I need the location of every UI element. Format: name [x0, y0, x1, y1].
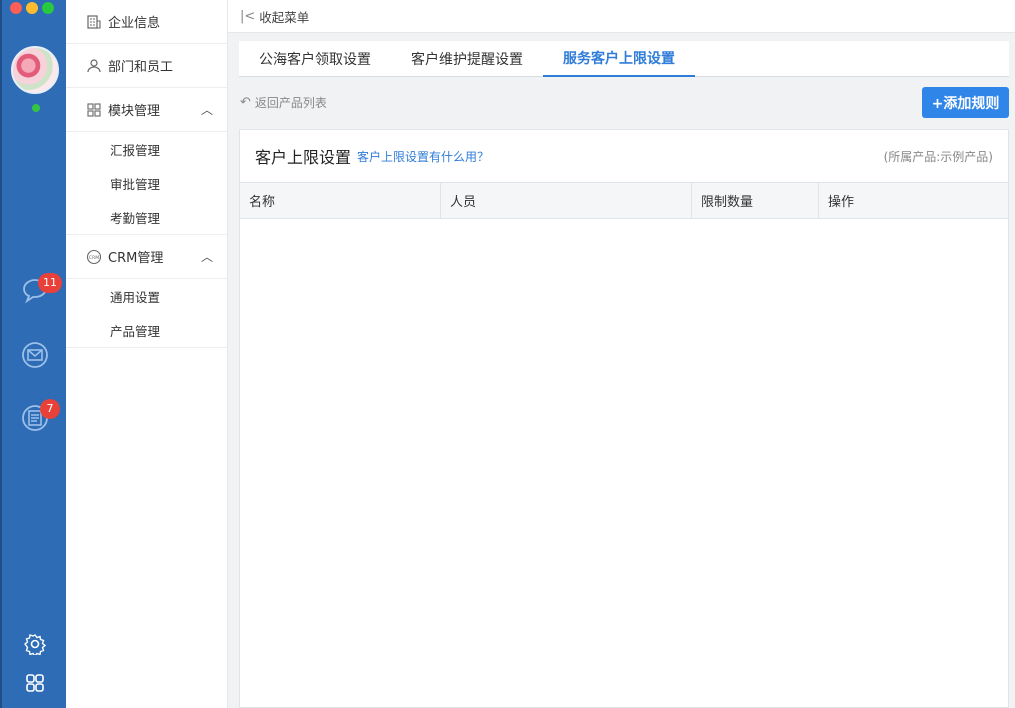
- chat-button[interactable]: 11: [20, 273, 62, 305]
- close-window-button[interactable]: [10, 2, 22, 14]
- undo-arrow-icon: ↶: [240, 95, 251, 110]
- notes-unread-badge: 7: [40, 399, 60, 419]
- menu-item-label: 部门和员工: [108, 60, 174, 75]
- menu-item-company-info[interactable]: 企业信息: [66, 0, 227, 44]
- column-header-limit: 限制数量: [692, 183, 819, 218]
- svg-text:CRM: CRM: [89, 255, 99, 261]
- avatar[interactable]: [11, 46, 59, 94]
- menu-item-crm-mgmt[interactable]: CRM CRM管理 ︿: [66, 235, 227, 279]
- tab-customer-limit[interactable]: 服务客户上限设置: [543, 41, 695, 77]
- chat-unread-badge: 11: [38, 273, 62, 293]
- module-submenu: 汇报管理 审批管理 考勤管理: [66, 132, 227, 235]
- collapse-menu-button[interactable]: |< 收起菜单: [228, 0, 1015, 33]
- column-header-name: 名称: [240, 183, 441, 218]
- settings-menu: 企业信息 部门和员工 模块管理 ︿ 汇报管理 审批管理 考勤管理 CRM CRM…: [66, 0, 228, 708]
- crm-submenu: 通用设置 产品管理: [66, 279, 227, 348]
- submenu-item-attendance[interactable]: 考勤管理: [66, 200, 227, 234]
- submenu-item-general-settings[interactable]: 通用设置: [66, 279, 227, 313]
- chevron-up-icon[interactable]: ︿: [201, 248, 213, 265]
- submenu-item-product-mgmt[interactable]: 产品管理: [66, 313, 227, 347]
- building-icon: [86, 14, 102, 30]
- mail-icon: [20, 342, 50, 374]
- gear-icon: [24, 634, 47, 659]
- main-content: |< 收起菜单 公海客户领取设置 客户维护提醒设置 服务客户上限设置 ↶ 返回产…: [228, 0, 1015, 708]
- minimize-window-button[interactable]: [26, 2, 38, 14]
- apps-button[interactable]: [24, 672, 46, 694]
- chat-bubble-icon: [20, 279, 50, 309]
- maximize-window-button[interactable]: [42, 2, 54, 14]
- table-header: 名称 人员 限制数量 操作: [240, 183, 1008, 219]
- back-to-product-list-link[interactable]: ↶ 返回产品列表: [240, 94, 327, 111]
- menu-item-label: 模块管理: [108, 104, 161, 119]
- app-rail: 11 7: [0, 0, 66, 708]
- grid-icon: [24, 674, 46, 698]
- customer-limit-card: 客户上限设置 客户上限设置有什么用？ (所属产品:示例产品) 名称 人员 限制数…: [239, 129, 1009, 708]
- column-header-staff: 人员: [441, 183, 692, 218]
- menu-item-dept-staff[interactable]: 部门和员工: [66, 44, 227, 88]
- collapse-left-icon: |<: [240, 8, 256, 24]
- add-rule-button[interactable]: +添加规则: [922, 87, 1009, 118]
- mail-button[interactable]: [20, 340, 50, 370]
- back-label: 返回产品列表: [254, 96, 327, 110]
- menu-item-label: CRM管理: [108, 251, 164, 266]
- column-header-actions: 操作: [828, 195, 855, 210]
- submenu-item-approvals[interactable]: 审批管理: [66, 166, 227, 200]
- card-title: 客户上限设置: [255, 148, 352, 167]
- chevron-up-icon[interactable]: ︿: [201, 101, 213, 118]
- person-icon: [86, 58, 102, 74]
- settings-tabs: 公海客户领取设置 客户维护提醒设置 服务客户上限设置: [239, 41, 1009, 77]
- notes-button[interactable]: 7: [20, 399, 60, 433]
- card-header: 客户上限设置 客户上限设置有什么用？ (所属产品:示例产品): [240, 130, 1008, 183]
- online-status-dot: [32, 104, 40, 112]
- crm-icon: CRM: [86, 249, 102, 265]
- menu-item-label: 企业信息: [108, 16, 161, 31]
- product-note: (所属产品:示例产品): [883, 149, 993, 164]
- modules-icon: [86, 102, 102, 118]
- help-link[interactable]: 客户上限设置有什么用？: [357, 148, 489, 165]
- menu-item-module-mgmt[interactable]: 模块管理 ︿: [66, 88, 227, 132]
- settings-button[interactable]: [24, 633, 47, 658]
- tab-maintenance-reminder[interactable]: 客户维护提醒设置: [391, 41, 543, 77]
- submenu-item-reports[interactable]: 汇报管理: [66, 132, 227, 166]
- tab-public-pool-claim[interactable]: 公海客户领取设置: [239, 41, 391, 77]
- document-list-icon: [20, 405, 50, 437]
- collapse-menu-label: 收起菜单: [259, 9, 310, 25]
- window-controls: [10, 2, 54, 14]
